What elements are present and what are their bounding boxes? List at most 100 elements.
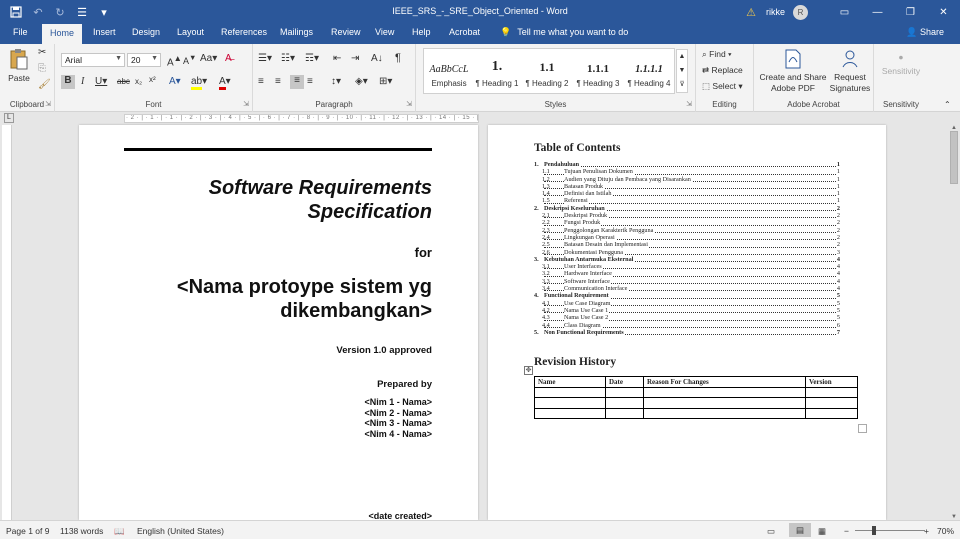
user-name[interactable]: rikke bbox=[766, 7, 785, 17]
font-name-combo[interactable]: Arial ▼ bbox=[61, 53, 125, 67]
page-count[interactable]: Page 1 of 9 bbox=[6, 526, 49, 536]
table-cell[interactable] bbox=[534, 397, 606, 409]
share-button[interactable]: 👤 Share bbox=[906, 27, 944, 38]
tab-insert[interactable]: Insert bbox=[93, 27, 116, 37]
shading-icon[interactable]: ◈▾ bbox=[355, 76, 368, 87]
bold-icon[interactable]: B bbox=[61, 75, 75, 89]
copy-icon[interactable]: ⎘ bbox=[38, 63, 46, 74]
column-header[interactable]: Reason For Changes bbox=[643, 376, 806, 388]
ruler-scale[interactable]: · 2 · | · 1 · | · 1 · | · 2 · | · 3 · | … bbox=[124, 114, 479, 123]
zoom-level[interactable]: 70% bbox=[937, 526, 954, 536]
toc-entry[interactable]: 1. Pendahuluan 1 bbox=[534, 161, 840, 169]
font-size-combo[interactable]: 20 ▼ bbox=[127, 53, 161, 67]
collapse-ribbon-icon[interactable]: ⌃ bbox=[944, 100, 951, 109]
italic-icon[interactable]: I bbox=[81, 76, 84, 87]
toc-entry[interactable]: 3.1 User Interfaces 4 bbox=[534, 263, 840, 271]
select-button[interactable]: ⬚ Select ▾ bbox=[702, 81, 752, 92]
font-launcher-icon[interactable]: ⇲ bbox=[243, 100, 249, 108]
toc-entry[interactable]: 4.4 Class Diagram 6 bbox=[534, 321, 840, 329]
read-mode-icon[interactable]: ▭ bbox=[767, 526, 775, 537]
multilevel-list-icon[interactable]: ☶▾ bbox=[305, 53, 319, 64]
subscript-icon[interactable]: x₂ bbox=[135, 77, 142, 86]
warning-icon[interactable]: ⚠ bbox=[746, 6, 756, 19]
tab-selector-icon[interactable]: L bbox=[4, 113, 14, 123]
toc-entry[interactable]: 2. Deskripsi Keseluruhan 2 bbox=[534, 204, 840, 213]
line-spacing-icon[interactable]: ↕▾ bbox=[331, 76, 341, 87]
avatar[interactable]: R bbox=[793, 4, 808, 20]
align-center-icon[interactable]: ≡ bbox=[275, 76, 281, 87]
styles-scroll-icon[interactable]: ▲ ▼ ⊽ bbox=[676, 49, 688, 93]
toc-entry[interactable]: 2.2 Fungsi Produk 2 bbox=[534, 219, 840, 227]
toc-entry[interactable]: 3.2 Hardware Interface 4 bbox=[534, 270, 840, 278]
find-button[interactable]: ⌕ Find ▾ bbox=[702, 49, 752, 60]
table-cell[interactable] bbox=[805, 397, 858, 409]
toc-entry[interactable]: 3.3 Software Interface 4 bbox=[534, 277, 840, 286]
column-header[interactable]: Name bbox=[534, 376, 606, 388]
tab-review[interactable]: Review bbox=[331, 27, 361, 37]
table-cell[interactable] bbox=[643, 397, 806, 409]
tell-me-search[interactable]: 💡 Tell me what you want to do bbox=[500, 27, 628, 38]
table-cell[interactable] bbox=[534, 386, 606, 398]
column-header[interactable]: Date bbox=[605, 376, 644, 388]
clipboard-launcher-icon[interactable]: ⇲ bbox=[45, 100, 51, 108]
underline-icon[interactable]: U▾ bbox=[95, 76, 107, 87]
strikethrough-icon[interactable]: abc bbox=[117, 77, 130, 86]
highlight-color-icon[interactable]: ab▾ bbox=[191, 76, 207, 90]
decrease-indent-icon[interactable]: ⇤ bbox=[333, 53, 341, 64]
toc-entry[interactable]: 2.5 Batasan Desain dan Implementasi 2 bbox=[534, 241, 840, 249]
align-right-icon[interactable]: ≡ bbox=[290, 75, 304, 89]
zoom-in-icon[interactable]: + bbox=[924, 526, 929, 536]
undo-icon[interactable]: ↶ bbox=[30, 4, 46, 20]
grow-font-icon[interactable]: A▲ bbox=[167, 53, 182, 68]
tab-acrobat[interactable]: Acrobat bbox=[449, 27, 480, 37]
toc-entry[interactable]: 1.4 Definisi dan Istilah 1 bbox=[534, 190, 840, 198]
justify-icon[interactable]: ≡ bbox=[307, 76, 313, 87]
style-heading-1[interactable]: 1. ¶ Heading 1 bbox=[472, 53, 522, 88]
sort-icon[interactable]: A↓ bbox=[371, 53, 383, 64]
tab-file[interactable]: File bbox=[13, 27, 28, 37]
format-painter-icon[interactable]: 🖌 bbox=[38, 79, 51, 90]
show-formatting-icon[interactable]: ¶ bbox=[395, 52, 401, 64]
clear-formatting-icon[interactable]: A̶ bbox=[225, 53, 232, 64]
table-cell[interactable] bbox=[605, 397, 644, 409]
save-icon[interactable] bbox=[8, 4, 24, 20]
tab-references[interactable]: References bbox=[221, 27, 267, 37]
ribbon-display-options-icon[interactable]: ▭ bbox=[828, 0, 861, 24]
tab-help[interactable]: Help bbox=[412, 27, 431, 37]
restore-icon[interactable]: ❐ bbox=[894, 0, 927, 24]
zoom-slider[interactable] bbox=[855, 530, 925, 531]
align-left-icon[interactable]: ≡ bbox=[258, 76, 264, 87]
shrink-font-icon[interactable]: A▼ bbox=[183, 53, 196, 66]
toc-entry[interactable]: 1.1 Tujuan Penulisan Dokumen 1 bbox=[534, 168, 840, 176]
page-cover[interactable]: Software Requirements Specification for … bbox=[79, 125, 478, 520]
toc-entry[interactable]: 4.1 Use Case Diagram 5 bbox=[534, 299, 840, 307]
toc-entry[interactable]: 2.1 Deskripsi Produk 2 bbox=[534, 212, 840, 220]
table-move-handle-icon[interactable]: ✥ bbox=[524, 366, 533, 375]
tab-design[interactable]: Design bbox=[132, 27, 160, 37]
close-icon[interactable]: ✕ bbox=[927, 0, 960, 24]
toc-entry[interactable]: 3.4 Communication Interface 4 bbox=[534, 285, 840, 293]
style-emphasis[interactable]: AaBbCcL Emphasis bbox=[424, 53, 474, 88]
toc-entry[interactable]: 4.3 Nama Use Case 2 5 bbox=[534, 314, 840, 322]
table-cell[interactable] bbox=[605, 407, 644, 419]
redo-icon[interactable]: ↻ bbox=[52, 4, 68, 20]
style-heading-2[interactable]: 1.1 ¶ Heading 2 bbox=[522, 53, 572, 88]
table-cell[interactable] bbox=[643, 386, 806, 398]
zoom-slider-thumb[interactable] bbox=[872, 526, 876, 535]
customize-qat-icon[interactable]: ▾ bbox=[96, 4, 112, 20]
toc-entry[interactable]: 2.4 Lingkungan Operasi 2 bbox=[534, 233, 840, 242]
page-toc[interactable]: Table of Contents 1. Pendahuluan 1 1.1 Tujua… bbox=[488, 125, 886, 520]
style-heading-3[interactable]: 1.1.1 ¶ Heading 3 bbox=[573, 53, 623, 88]
table-cell[interactable] bbox=[805, 407, 858, 419]
toc-entry[interactable]: 1.3 Batasan Produk 1 bbox=[534, 182, 840, 191]
web-layout-icon[interactable]: ▦ bbox=[818, 526, 826, 537]
create-share-pdf-button[interactable]: Create and Share Adobe PDF bbox=[758, 49, 828, 94]
language-status[interactable]: English (United States) bbox=[137, 526, 224, 536]
print-layout-icon[interactable]: ▤ bbox=[789, 523, 811, 537]
font-color-icon[interactable]: A▾ bbox=[219, 76, 231, 90]
toc-entry[interactable]: 3. Kebutuhan Antarmuka Eksternal 4 bbox=[534, 255, 840, 264]
word-count[interactable]: 1138 words bbox=[60, 526, 103, 536]
scrollbar-thumb[interactable] bbox=[950, 131, 958, 184]
paste-button[interactable]: Paste bbox=[8, 48, 30, 83]
bullets-icon[interactable]: ☰▾ bbox=[258, 53, 272, 64]
